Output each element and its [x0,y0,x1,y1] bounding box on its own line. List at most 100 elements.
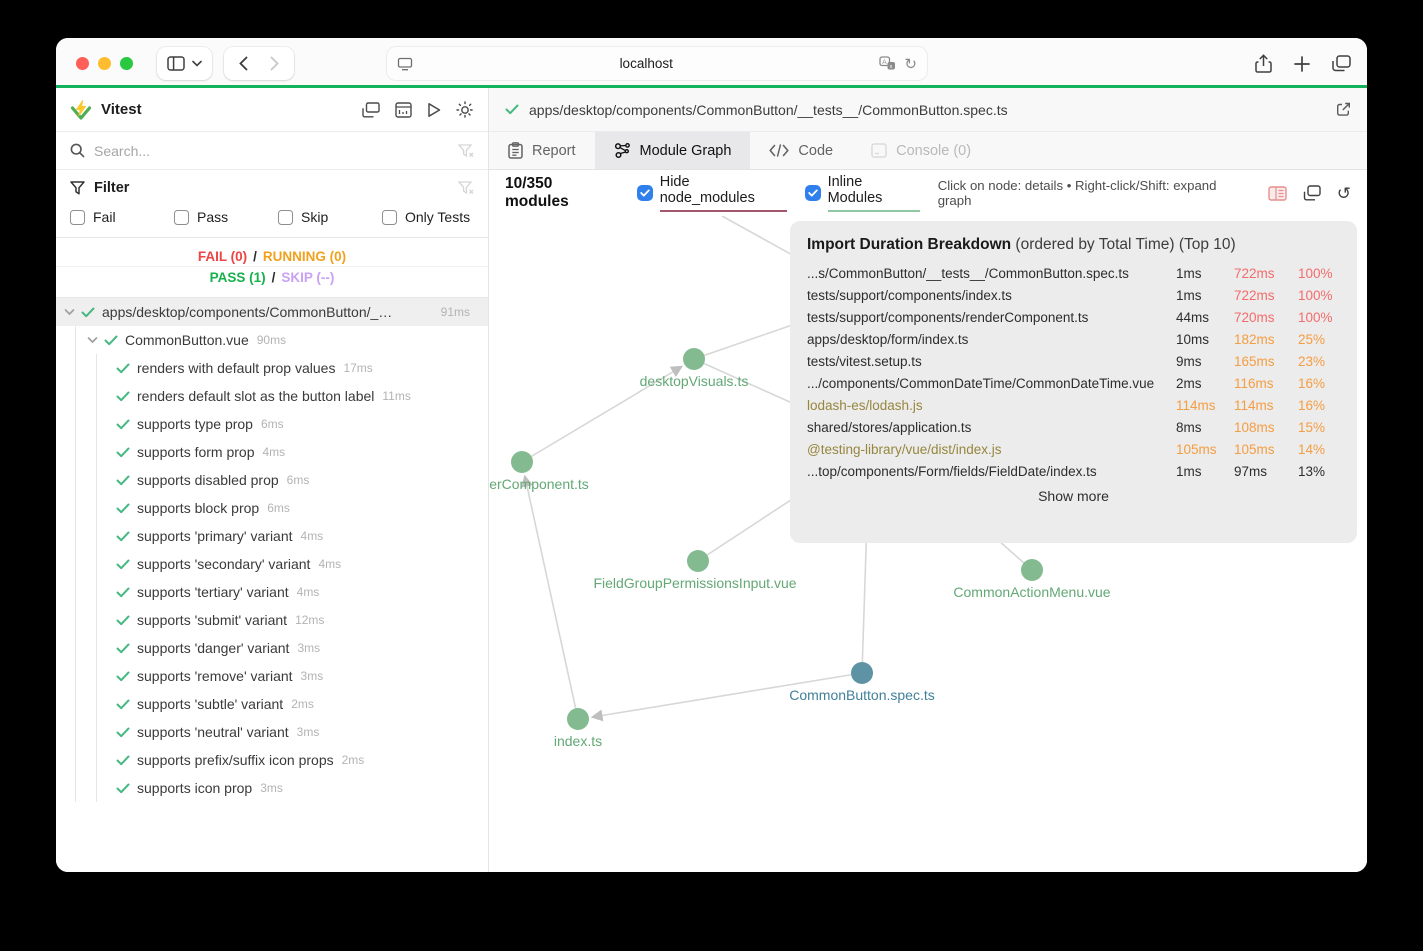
checkbox-icon[interactable] [70,210,85,225]
test-time: 2ms [342,753,365,767]
test-row[interactable]: supports 'primary' variant4ms [56,522,488,550]
dashboard-icon[interactable] [395,102,412,118]
duration-table-row[interactable]: lodash-es/lodash.js114ms114ms16% [807,395,1340,417]
module-node-FieldGroupPermissionsInput[interactable] [687,550,709,572]
filter-checkbox-only-tests[interactable]: Only Tests [382,209,470,225]
chevron-down-icon[interactable] [64,308,75,316]
duration-table-row[interactable]: tests/vitest.setup.ts9ms165ms23% [807,351,1340,373]
run-all-icon[interactable] [427,102,441,118]
close-window-button[interactable] [76,57,89,70]
filter-clear-icon[interactable] [458,181,474,195]
open-external-icon[interactable] [1336,102,1351,117]
duration-table-row[interactable]: ...top/components/Form/fields/FieldDate/… [807,461,1340,483]
new-tab-icon[interactable] [1294,56,1310,72]
search-row [56,132,488,170]
node-details-reader-icon[interactable] [1268,186,1287,201]
test-row[interactable]: supports 'tertiary' variant4ms [56,578,488,606]
checked-checkbox-icon[interactable] [637,185,653,201]
duration-table-row[interactable]: tests/support/components/index.ts1ms722m… [807,285,1340,307]
self-time: 8ms [1176,417,1234,439]
module-node-desktopVisuals[interactable] [683,348,705,370]
chevron-down-icon[interactable] [87,336,98,344]
pass-check-icon [116,503,130,514]
test-row[interactable]: supports block prop6ms [56,494,488,522]
zoom-window-button[interactable] [120,57,133,70]
tab-overview-icon[interactable] [1332,55,1351,72]
back-button[interactable] [228,50,259,77]
test-row[interactable]: supports prefix/suffix icon props2ms [56,746,488,774]
module-graph-canvas[interactable]: desktopVisuals.tserComponent.tsFieldGrou… [489,216,1367,872]
filter-checkbox-skip[interactable]: Skip [278,209,382,225]
address-bar[interactable]: localhost Ax ↻ [387,47,927,80]
module-node-label: index.ts [554,733,602,749]
duration-table-row[interactable]: .../components/CommonDateTime/CommonDate… [807,373,1340,395]
tab-report[interactable]: Report [489,132,595,169]
pass-check-icon [116,531,130,542]
percent: 23% [1298,351,1340,373]
test-row[interactable]: supports 'danger' variant3ms [56,634,488,662]
pass-check-icon [116,419,130,430]
filter-checkbox-fail[interactable]: Fail [70,209,174,225]
test-row[interactable]: supports type prop6ms [56,410,488,438]
duration-table-row[interactable]: @testing-library/vue/dist/index.js105ms1… [807,439,1340,461]
tab-code[interactable]: Code [750,132,852,169]
checkbox-icon[interactable] [382,210,397,225]
module-node-CommonActionMenu[interactable] [1021,559,1043,581]
test-time: 3ms [260,781,283,795]
pass-check-icon [116,363,130,374]
checkbox-icon[interactable] [278,210,293,225]
test-row[interactable]: supports 'neutral' variant3ms [56,718,488,746]
test-row[interactable]: supports 'secondary' variant4ms [56,550,488,578]
test-row[interactable]: supports form prop4ms [56,438,488,466]
test-row[interactable]: supports 'subtle' variant2ms [56,690,488,718]
duration-table-row[interactable]: ...s/CommonButton/__tests__/CommonButton… [807,263,1340,285]
toggle-hide-node-modules[interactable]: Hide node_modules [637,174,787,212]
test-row[interactable]: supports disabled prop6ms [56,466,488,494]
tab-console-0[interactable]: Console (0) [852,132,990,169]
show-more-link[interactable]: Show more [807,488,1340,504]
toggle-inline-modules[interactable]: Inline Modules [805,174,920,212]
console-icon [871,143,887,158]
clear-filter-icon[interactable] [458,144,474,158]
search-icon [70,143,85,158]
browser-nav-buttons [224,47,294,80]
module-node-index[interactable] [567,708,589,730]
theme-toggle-sun-icon[interactable] [456,101,474,119]
test-row[interactable]: supports 'remove' variant3ms [56,662,488,690]
test-row[interactable]: renders default slot as the button label… [56,382,488,410]
search-input[interactable] [94,143,449,159]
browser-titlebar: localhost Ax ↻ [56,38,1367,88]
collapse-panels-icon[interactable] [362,102,380,118]
tab-module-graph[interactable]: Module Graph [595,132,751,169]
filter-checkbox-pass[interactable]: Pass [174,209,278,225]
sidebar-header: Vitest [56,88,488,132]
percent: 100% [1298,285,1340,307]
test-row[interactable]: supports 'submit' variant12ms [56,606,488,634]
test-time: 11ms [382,389,410,403]
reset-graph-icon[interactable]: ↺ [1337,185,1351,202]
test-file-row[interactable]: apps/desktop/components/CommonButton/_… … [56,298,488,326]
tab-label: Code [798,143,833,159]
checked-checkbox-icon[interactable] [805,185,821,201]
module-node-CommonButtonSpec[interactable] [851,662,873,684]
minimize-window-button[interactable] [98,57,111,70]
duration-table-row[interactable]: tests/support/components/renderComponent… [807,307,1340,329]
duration-table-row[interactable]: shared/stores/application.ts8ms108ms15% [807,417,1340,439]
indent-guide [96,354,97,802]
browser-sidebar-toggle[interactable] [157,47,212,80]
test-row[interactable]: renders with default prop values17ms [56,354,488,382]
expand-graph-icon[interactable] [1303,185,1321,201]
share-icon[interactable] [1255,54,1272,74]
forward-button[interactable] [259,50,290,77]
indent-guide [75,326,76,802]
duration-table-row[interactable]: apps/desktop/form/index.ts10ms182ms25% [807,329,1340,351]
test-label: supports 'tertiary' variant [137,584,289,600]
module-node-renderComponent[interactable] [511,451,533,473]
translate-icon[interactable]: Ax [879,56,896,71]
test-row[interactable]: supports icon prop3ms [56,774,488,802]
reload-icon[interactable]: ↻ [904,55,917,73]
skip-count: SKIP (--) [281,270,334,285]
checkbox-icon[interactable] [174,210,189,225]
self-time: 10ms [1176,329,1234,351]
test-suite-row[interactable]: CommonButton.vue 90ms [56,326,488,354]
